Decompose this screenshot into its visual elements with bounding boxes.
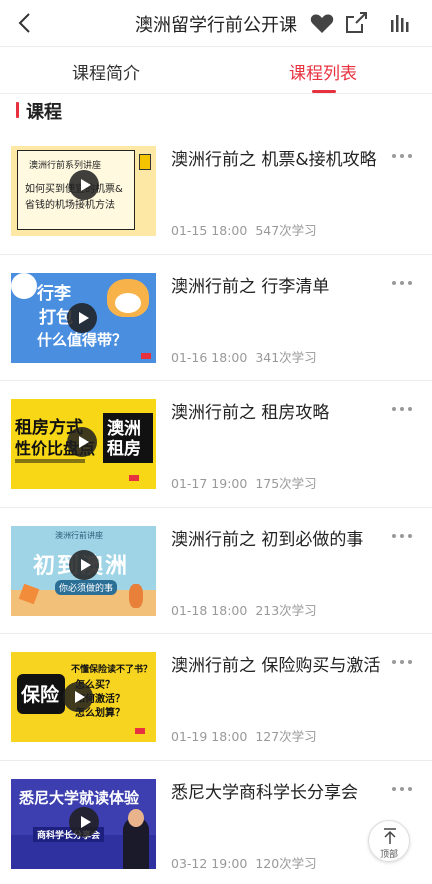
more-icon[interactable] xyxy=(392,405,416,413)
course-date: 01-16 18:00 xyxy=(171,349,248,365)
section-accent-bar xyxy=(16,102,19,118)
list-item[interactable]: 悉尼大学就读体验 商科学长分享会 悉尼大学商科学长分享会 03-12 19:00… xyxy=(0,761,432,884)
play-icon[interactable] xyxy=(67,302,97,333)
list-item[interactable]: 澳洲行前系列讲座 如何买到便宜的机票& 省钱的机场接机方法 澳洲行前之 机票&接… xyxy=(0,128,432,255)
course-thumbnail[interactable]: 保险 不懂保险读不了书？ 怎么买？ 如何激活？ 怎么划算？ xyxy=(11,652,156,742)
heart-icon[interactable] xyxy=(308,9,336,37)
back-icon[interactable] xyxy=(12,9,40,37)
section-title: 课程 xyxy=(26,102,62,123)
play-icon[interactable] xyxy=(69,806,99,837)
course-title[interactable]: 悉尼大学商科学长分享会 xyxy=(171,780,393,806)
list-item[interactable]: 保险 不懂保险读不了书？ 怎么买？ 如何激活？ 怎么划算？ 澳洲行前之 保险购买… xyxy=(0,634,432,761)
course-date: 03-12 19:00 xyxy=(171,855,248,871)
more-icon[interactable] xyxy=(392,152,416,160)
course-meta: 03-12 19:00 120次学习 xyxy=(171,853,317,872)
stats-icon[interactable] xyxy=(386,9,414,37)
course-meta: 01-17 19:00 175次学习 xyxy=(171,473,317,492)
course-title[interactable]: 澳洲行前之 机票&接机攻略 xyxy=(171,147,393,173)
tab-course-list[interactable]: 课程列表 xyxy=(289,59,357,84)
course-title[interactable]: 澳洲行前之 保险购买与激活 xyxy=(171,653,393,679)
course-date: 01-17 19:00 xyxy=(171,476,248,491)
more-icon[interactable] xyxy=(392,532,416,540)
share-icon[interactable] xyxy=(342,9,370,37)
course-views: 213次学习 xyxy=(255,602,317,618)
course-title[interactable]: 澳洲行前之 行李清单 xyxy=(171,274,393,300)
course-thumbnail[interactable]: 租房方式 性价比盘点 澳洲租房 xyxy=(11,399,156,489)
course-title[interactable]: 澳洲行前之 初到必做的事 xyxy=(171,527,393,553)
course-thumbnail[interactable]: 澳洲行前讲座 初到澳洲 你必须做的事 xyxy=(11,525,156,616)
active-tab-indicator xyxy=(312,90,336,93)
course-views: 341次学习 xyxy=(255,349,317,365)
course-views: 127次学习 xyxy=(255,729,317,744)
play-icon[interactable] xyxy=(69,549,99,580)
course-views: 547次学习 xyxy=(255,223,317,238)
course-views: 175次学习 xyxy=(255,476,317,491)
course-date: 01-18 18:00 xyxy=(171,602,248,618)
play-icon[interactable] xyxy=(69,170,99,200)
course-thumbnail[interactable]: 行李 打包 什么值得带？ xyxy=(11,272,156,363)
play-icon[interactable] xyxy=(63,682,93,712)
course-meta: 01-15 18:00 547次学习 xyxy=(171,220,317,239)
tab-course-intro[interactable]: 课程简介 xyxy=(72,59,140,84)
more-icon[interactable] xyxy=(392,785,416,793)
course-list: 澳洲行前系列讲座 如何买到便宜的机票& 省钱的机场接机方法 澳洲行前之 机票&接… xyxy=(0,128,432,884)
course-date: 01-19 18:00 xyxy=(171,729,248,744)
back-to-top-label: 顶部 xyxy=(379,850,398,860)
play-icon[interactable] xyxy=(67,427,97,457)
list-item[interactable]: 行李 打包 什么值得带？ 澳洲行前之 行李清单 01-16 18:00 341次学… xyxy=(0,255,432,381)
more-icon[interactable] xyxy=(392,279,416,287)
course-meta: 01-19 18:00 127次学习 xyxy=(171,726,317,745)
course-thumbnail[interactable]: 悉尼大学就读体验 商科学长分享会 xyxy=(11,778,156,869)
nav-bar: 澳洲留学行前公开课 xyxy=(0,0,432,46)
tab-bar: 课程简介 课程列表 xyxy=(0,46,432,94)
list-item[interactable]: 澳洲行前讲座 初到澳洲 你必须做的事 澳洲行前之 初到必做的事 01-18 18… xyxy=(0,508,432,634)
course-date: 01-15 18:00 xyxy=(171,223,248,238)
course-meta: 01-16 18:00 341次学习 xyxy=(171,347,317,366)
list-item[interactable]: 租房方式 性价比盘点 澳洲租房 澳洲行前之 租房攻略 01-17 19:00 17… xyxy=(0,381,432,508)
course-title[interactable]: 澳洲行前之 租房攻略 xyxy=(171,400,393,426)
more-icon[interactable] xyxy=(392,658,416,666)
course-thumbnail[interactable]: 澳洲行前系列讲座 如何买到便宜的机票& 省钱的机场接机方法 xyxy=(11,146,156,236)
course-meta: 01-18 18:00 213次学习 xyxy=(171,600,317,619)
back-to-top-button[interactable]: 顶部 xyxy=(368,820,410,862)
course-views: 120次学习 xyxy=(255,855,317,871)
arrow-up-icon xyxy=(384,828,396,844)
